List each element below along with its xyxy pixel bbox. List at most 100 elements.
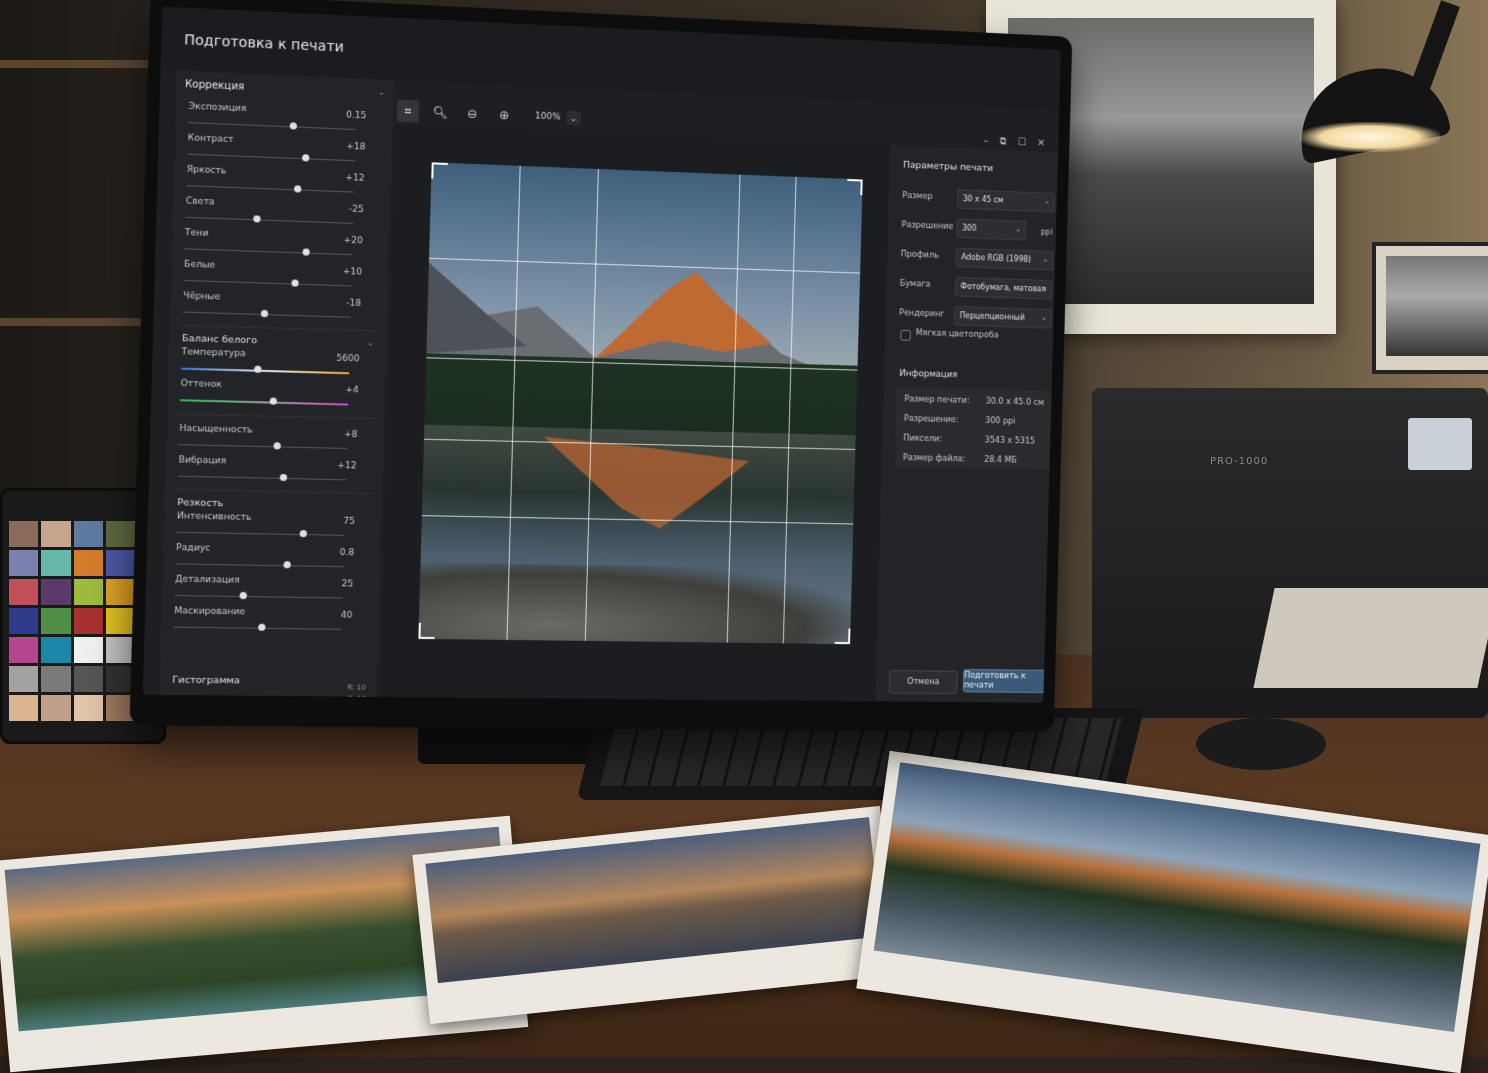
slider-value[interactable]: 40 (341, 611, 353, 621)
chevron-down-icon[interactable]: ⌄ (366, 338, 374, 348)
slider-track[interactable] (178, 444, 347, 449)
slider-label: Насыщенность (179, 423, 253, 436)
slider-knob[interactable] (279, 473, 287, 482)
slider-track[interactable] (186, 185, 355, 193)
slider-knob[interactable] (273, 442, 281, 450)
slider-track[interactable] (183, 279, 352, 287)
panel-header: Коррекция (184, 79, 245, 93)
slider-value[interactable]: 0.8 (339, 548, 354, 558)
slider-value[interactable]: 5600 (336, 354, 360, 365)
slider-knob[interactable] (299, 529, 307, 538)
info-title: Информация (899, 368, 958, 381)
slider-label: Экспозиция (188, 101, 247, 115)
window-controls: – ⧉ ☐ ✕ (984, 136, 1046, 149)
slider[interactable]: Насыщенность +8 (178, 423, 358, 461)
slider-track[interactable] (176, 531, 345, 536)
crop-handle[interactable] (431, 162, 448, 180)
slider-track[interactable] (187, 153, 356, 162)
photo-preview[interactable] (418, 162, 863, 645)
slider-value[interactable]: 0.15 (346, 110, 367, 121)
zoom-icon[interactable]: 🔍︎ (429, 101, 452, 124)
zoom-in-icon[interactable]: ⊕ (493, 104, 516, 127)
slider-track[interactable] (174, 595, 343, 599)
slider[interactable]: Чёрные -18 (182, 291, 361, 329)
rendering-select[interactable]: Перцепционный ⌄ (953, 306, 1052, 329)
slider-knob[interactable] (239, 591, 247, 600)
chevron-down-icon: ⌄ (1043, 196, 1051, 206)
slider-value[interactable]: +12 (345, 173, 365, 184)
slider-knob[interactable] (301, 154, 310, 162)
channel-value: 10 (357, 694, 367, 703)
info-label: Размер печати: (904, 394, 970, 406)
crop-icon[interactable]: ⌗ (396, 99, 420, 123)
slider[interactable]: Радиус 0.8 (175, 543, 354, 578)
slider-track[interactable] (178, 475, 347, 481)
slider-knob[interactable] (283, 561, 292, 569)
zoom-out-icon[interactable]: ⊖ (461, 102, 484, 125)
slider-value[interactable]: +12 (337, 461, 357, 472)
prepare-print-button[interactable]: Подготовить к печати (962, 668, 1050, 694)
slider-knob[interactable] (291, 279, 299, 287)
size-select[interactable]: 30 x 45 см ⌄ (956, 189, 1056, 213)
slider-track[interactable] (181, 367, 350, 375)
slider-knob[interactable] (294, 185, 302, 193)
slider[interactable]: Маскирование 40 (173, 606, 353, 641)
zoom-select[interactable]: 100% ⌄ (535, 110, 581, 126)
chevron-down-icon[interactable]: ⌄ (378, 88, 386, 98)
image-canvas[interactable] (380, 124, 891, 702)
resolution-select[interactable]: 300 ⌄ (956, 218, 1027, 241)
color-patch (41, 637, 71, 663)
section-title[interactable]: Баланс белого (182, 333, 258, 346)
slider-value[interactable]: 75 (343, 517, 355, 527)
color-patch (9, 550, 39, 576)
slider-value[interactable]: +18 (346, 142, 366, 153)
info-row: Размер файла: 28.4 МБ (902, 453, 1046, 474)
section-title[interactable]: Резкость (177, 497, 223, 509)
info-value: 28.4 МБ (983, 455, 1017, 466)
crop-handle[interactable] (846, 178, 863, 196)
slider-track[interactable] (184, 248, 353, 256)
slider-value[interactable]: +10 (343, 267, 363, 278)
slider-track[interactable] (175, 563, 344, 568)
slider-value[interactable]: 25 (342, 579, 354, 589)
slider-track[interactable] (180, 399, 349, 406)
restore-icon[interactable]: ⧉ (1000, 136, 1007, 147)
minimize-icon[interactable]: – (984, 136, 989, 147)
crop-handle[interactable] (418, 622, 435, 640)
slider-value[interactable]: +4 (345, 385, 359, 395)
slider-value[interactable]: +8 (344, 430, 358, 440)
chevron-down-icon[interactable]: ⌄ (566, 110, 581, 126)
slider-value[interactable]: +20 (343, 236, 363, 247)
slider[interactable]: Детализация 25 (174, 575, 353, 610)
histogram-title: Гистограмма (172, 674, 241, 687)
profile-row: Профиль Adobe RGB (1998) ⌄ (900, 246, 1054, 272)
slider[interactable]: Интенсивность 75 (176, 511, 355, 547)
color-patch (41, 666, 71, 692)
crop-handle[interactable] (834, 628, 851, 645)
slider[interactable]: Вибрация +12 (178, 455, 357, 491)
slider-knob[interactable] (253, 365, 262, 373)
paper-select[interactable]: Фотобумага, матовая ⌄ (954, 276, 1053, 300)
slider-knob[interactable] (253, 215, 261, 223)
slider-track[interactable] (185, 216, 354, 224)
slider-value[interactable]: -18 (346, 298, 361, 309)
print-settings-title: Параметры печати (902, 159, 994, 175)
info-value: 300 ppi (985, 416, 1016, 427)
maximize-icon[interactable]: ☐ (1018, 137, 1027, 148)
slider-knob[interactable] (258, 623, 266, 631)
slider-value[interactable]: -25 (349, 205, 364, 216)
soft-proof-checkbox[interactable] (900, 329, 911, 341)
slider-knob[interactable] (260, 309, 268, 318)
slider-knob[interactable] (302, 248, 310, 256)
cancel-button[interactable]: Отмена (888, 670, 958, 695)
size-label: Размер (902, 190, 933, 202)
mouse (1196, 718, 1326, 770)
close-icon[interactable]: ✕ (1037, 138, 1045, 149)
color-patch (73, 579, 103, 605)
slider-knob[interactable] (289, 122, 297, 130)
profile-select[interactable]: Adobe RGB (1998) ⌄ (955, 247, 1054, 271)
info-label: Пиксели: (903, 433, 943, 445)
slider-track[interactable] (188, 122, 356, 131)
slider[interactable]: Оттенок +4 (180, 379, 359, 416)
color-patch (9, 695, 39, 721)
